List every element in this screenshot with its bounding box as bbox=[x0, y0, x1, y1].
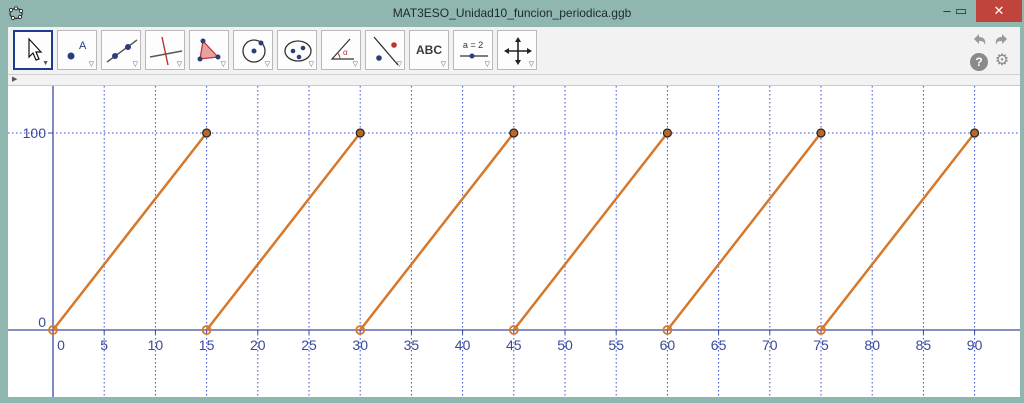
tool-reflect[interactable]: ▽ bbox=[365, 30, 405, 70]
x-tick-label: 85 bbox=[916, 337, 932, 353]
segment-line bbox=[52, 132, 208, 331]
tool-polygon[interactable]: ▽ bbox=[189, 30, 229, 70]
redo-icon[interactable] bbox=[993, 31, 1011, 49]
tool-move[interactable]: ▼ bbox=[13, 30, 53, 70]
x-tick-label: 45 bbox=[506, 337, 522, 353]
window-title: MAT3ESO_Unidad10_funcion_periodica.ggb bbox=[392, 6, 632, 20]
x-tick-label: 20 bbox=[250, 337, 266, 353]
tool-line[interactable]: ▽ bbox=[101, 30, 141, 70]
title-bar: MAT3ESO_Unidad10_funcion_periodica.ggb ‒… bbox=[0, 0, 1024, 27]
x-axis-ticks: 0 5 10 15 20 25 30 35 40 45 50 55 60 65 70 75 80 85 90 bbox=[57, 330, 983, 353]
x-tick-label: 35 bbox=[404, 337, 420, 353]
x-tick-label: 30 bbox=[352, 337, 368, 353]
tool-slider[interactable]: a = 2 ▽ bbox=[453, 30, 493, 70]
y-tick-label: 0 bbox=[38, 314, 46, 330]
dropdown-arrow-icon: ▽ bbox=[176, 61, 182, 68]
toolbar: ▼ A ▽ ▽ ▽ ▽ ▽ ▽ α ▽ ▽ ABC ▽ a = 2 ▽ ▽ ? … bbox=[8, 27, 1020, 74]
x-tick-label: 60 bbox=[660, 337, 676, 353]
tool-angle[interactable]: α ▽ bbox=[321, 30, 361, 70]
segment-line bbox=[205, 132, 362, 331]
dropdown-arrow-icon: ▽ bbox=[396, 61, 402, 68]
closed-endpoint bbox=[509, 128, 519, 138]
closed-endpoint bbox=[969, 128, 980, 138]
x-tick-label: 70 bbox=[762, 337, 778, 353]
x-tick-label: 40 bbox=[455, 337, 471, 353]
x-tick-label: 0 bbox=[57, 337, 65, 353]
settings-gear-icon[interactable]: ⚙ bbox=[993, 52, 1011, 70]
close-button[interactable]: ✕ bbox=[976, 0, 1022, 22]
segment-line bbox=[820, 132, 976, 331]
dropdown-arrow-icon: ▼ bbox=[42, 60, 49, 67]
dropdown-arrow-icon: ▽ bbox=[440, 61, 446, 68]
graphics-view[interactable]: 0 5 10 15 20 25 30 35 40 45 50 55 60 65 70 75 80 85 90 0 10… bbox=[8, 85, 1020, 397]
x-tick-label: 55 bbox=[608, 337, 624, 353]
tool-move-view[interactable]: ▽ bbox=[497, 30, 537, 70]
x-tick-label: 15 bbox=[199, 337, 215, 353]
maximize-button[interactable]: ▭ bbox=[946, 0, 976, 22]
svg-text:α: α bbox=[343, 48, 348, 57]
x-tick-label: 50 bbox=[557, 337, 573, 353]
dropdown-arrow-icon: ▽ bbox=[352, 61, 358, 68]
undo-icon[interactable] bbox=[970, 31, 988, 49]
expand-arrow-icon[interactable]: ▶ bbox=[12, 75, 17, 85]
toolbar-collapse-bar: ▶ bbox=[8, 74, 1020, 85]
tool-perpendicular[interactable]: ▽ bbox=[145, 30, 185, 70]
closed-endpoint bbox=[355, 128, 365, 138]
dropdown-arrow-icon: ▽ bbox=[308, 61, 314, 68]
help-button[interactable]: ? bbox=[970, 53, 988, 71]
x-tick-label: 5 bbox=[100, 337, 108, 353]
x-tick-label: 80 bbox=[864, 337, 880, 353]
segment-line bbox=[359, 132, 515, 331]
tool-circle[interactable]: ▽ bbox=[233, 30, 273, 70]
y-axis-ticks: 0 100 bbox=[23, 125, 53, 330]
closed-endpoint bbox=[662, 128, 673, 138]
x-tick-label: 65 bbox=[711, 337, 727, 353]
x-tick-label: 90 bbox=[967, 337, 983, 353]
closed-endpoint bbox=[816, 128, 826, 138]
svg-text:A: A bbox=[79, 40, 87, 52]
dropdown-arrow-icon: ▽ bbox=[220, 61, 226, 68]
tool-text[interactable]: ABC ▽ bbox=[409, 30, 449, 70]
segment-line bbox=[666, 132, 822, 331]
dropdown-arrow-icon: ▽ bbox=[264, 61, 270, 68]
x-tick-label: 25 bbox=[301, 337, 317, 353]
closed-endpoint bbox=[202, 128, 212, 138]
text-icon: ABC bbox=[416, 43, 442, 57]
tool-point[interactable]: A ▽ bbox=[57, 30, 97, 70]
dropdown-arrow-icon: ▽ bbox=[484, 61, 490, 68]
x-tick-label: 75 bbox=[813, 337, 829, 353]
function-plot[interactable]: 0 5 10 15 20 25 30 35 40 45 50 55 60 65 70 75 80 85 90 0 10… bbox=[8, 86, 1020, 397]
x-tick-label: 10 bbox=[148, 337, 164, 353]
segment-line bbox=[512, 132, 669, 331]
dropdown-arrow-icon: ▽ bbox=[88, 61, 94, 68]
tool-ellipse[interactable]: ▽ bbox=[277, 30, 317, 70]
dropdown-arrow-icon: ▽ bbox=[528, 61, 534, 68]
dropdown-arrow-icon: ▽ bbox=[132, 61, 138, 68]
y-tick-label: 100 bbox=[23, 125, 47, 141]
